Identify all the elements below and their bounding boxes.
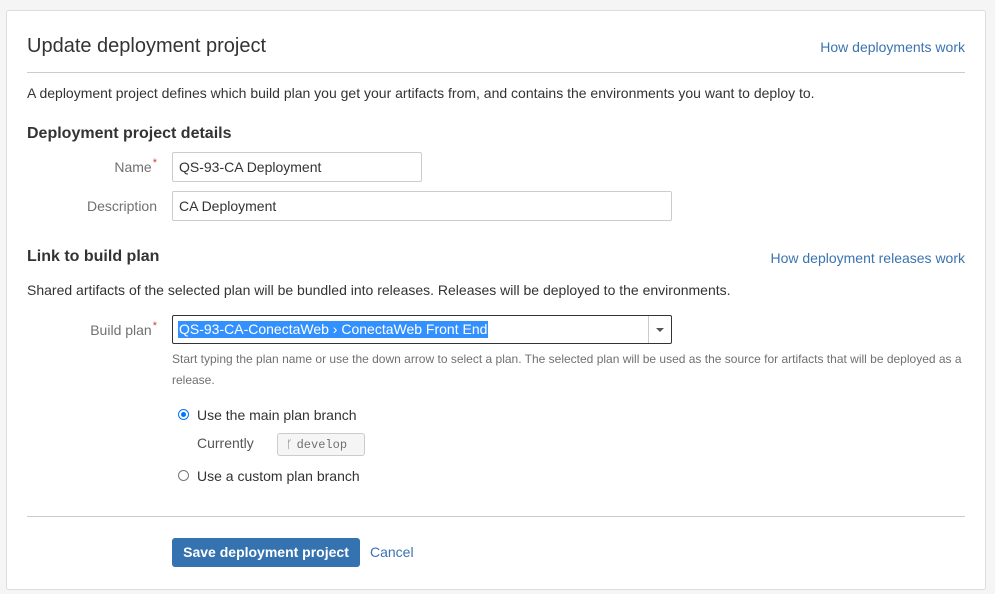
update-deployment-panel: Update deployment project How deployment… <box>6 10 986 590</box>
build-plan-heading: Link to build plan <box>27 248 160 265</box>
name-label-text: Name <box>114 159 152 175</box>
how-deployments-work-link[interactable]: How deployments work <box>820 39 965 55</box>
currently-label: Currently <box>197 435 254 451</box>
custom-branch-label[interactable]: Use a custom plan branch <box>197 468 360 484</box>
page-title: Update deployment project <box>27 35 267 57</box>
cancel-link[interactable]: Cancel <box>370 544 414 560</box>
intro-text: A deployment project defines which build… <box>27 85 815 101</box>
build-plan-select[interactable]: QS-93-CA-ConectaWeb › ConectaWeb Front E… <box>172 315 672 344</box>
how-deployment-releases-work-link[interactable]: How deployment releases work <box>770 250 965 266</box>
custom-branch-radio[interactable] <box>178 470 189 481</box>
build-plan-required-marker: * <box>152 320 157 332</box>
branch-icon: ᚴ <box>286 438 293 451</box>
divider-top <box>27 72 965 73</box>
current-branch-name: develop <box>296 438 348 452</box>
build-plan-help-text: Start typing the plan name or use the do… <box>172 352 962 387</box>
chevron-down-icon[interactable] <box>648 316 671 343</box>
build-plan-label: Build plan* <box>17 320 157 338</box>
description-label: Description <box>86 198 157 214</box>
save-deployment-project-button[interactable]: Save deployment project <box>172 538 360 567</box>
build-plan-info: Shared artifacts of the selected plan wi… <box>27 282 731 298</box>
name-required-marker: * <box>152 157 157 169</box>
name-input[interactable]: QS-93-CA Deployment <box>172 152 422 182</box>
build-plan-label-text: Build plan <box>90 322 152 338</box>
build-plan-selected-value: QS-93-CA-ConectaWeb › ConectaWeb Front E… <box>178 321 489 338</box>
divider-bottom <box>27 516 965 517</box>
current-branch-badge: ᚴ develop <box>277 433 365 456</box>
details-heading: Deployment project details <box>27 125 232 142</box>
main-branch-radio[interactable] <box>178 409 189 420</box>
description-input[interactable]: CA Deployment <box>172 191 672 221</box>
name-label: Name* <box>17 157 157 175</box>
main-branch-label[interactable]: Use the main plan branch <box>197 407 357 423</box>
